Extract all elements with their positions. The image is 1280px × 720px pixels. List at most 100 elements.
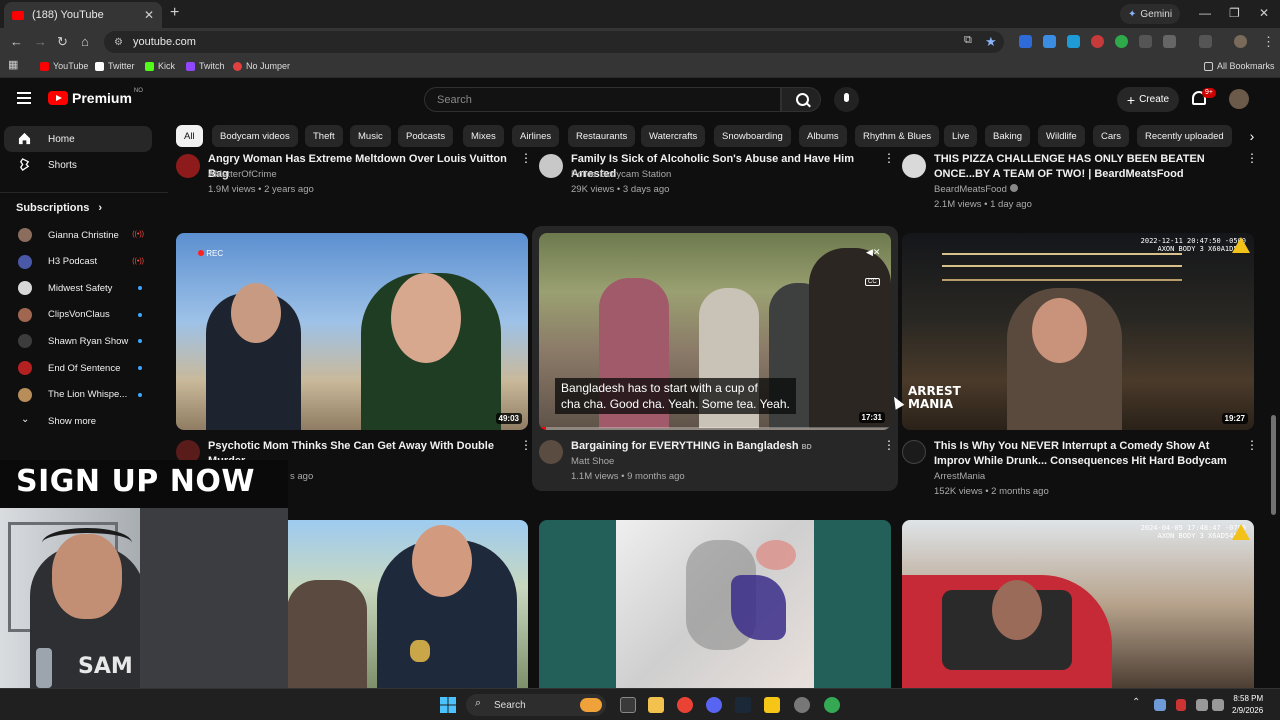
video-thumbnail[interactable] bbox=[287, 520, 528, 688]
address-bar[interactable]: ⚙ youtube.com bbox=[104, 31, 1004, 53]
channel-avatar[interactable] bbox=[902, 440, 926, 464]
chip-restaurants[interactable]: Restaurants bbox=[568, 125, 636, 147]
window-close-icon[interactable]: ✕ bbox=[1259, 6, 1269, 20]
more-actions-icon[interactable]: ⋮ bbox=[1246, 152, 1258, 168]
reload-icon[interactable]: ↻ bbox=[57, 34, 68, 50]
discord-icon[interactable] bbox=[706, 697, 722, 713]
channel-avatar[interactable] bbox=[176, 154, 200, 178]
bookmark-youtube[interactable]: YouTube bbox=[40, 61, 88, 71]
search-icon[interactable] bbox=[781, 87, 821, 112]
account-avatar[interactable] bbox=[1229, 89, 1249, 109]
extension-icon[interactable] bbox=[1067, 35, 1080, 48]
show-more-button[interactable]: ⌄ Show more bbox=[4, 408, 152, 434]
system-clock[interactable]: 8:58 PM 2/9/2026 bbox=[1232, 693, 1263, 717]
page-scrollbar[interactable] bbox=[1271, 415, 1276, 515]
extension-icon[interactable] bbox=[1019, 35, 1032, 48]
sidebar-subscription[interactable]: H3 Podcast ((•)) bbox=[4, 249, 152, 275]
tray-chevron-up-icon[interactable]: ⌃ bbox=[1132, 697, 1140, 708]
extension-icon[interactable] bbox=[1139, 35, 1152, 48]
chip-watercrafts[interactable]: Watercrafts bbox=[641, 125, 706, 147]
browser-tab[interactable]: (188) YouTube ✕ bbox=[4, 2, 162, 28]
video-title[interactable]: THIS PIZZA CHALLENGE HAS ONLY BEEN BEATE… bbox=[934, 152, 1239, 182]
youtube-premium-logo[interactable]: Premium NO bbox=[48, 88, 143, 106]
taskbar-search-input[interactable]: ⌕ Search bbox=[466, 694, 606, 716]
sidebar-item-home[interactable]: Home bbox=[4, 126, 152, 152]
more-actions-icon[interactable]: ⋮ bbox=[1246, 439, 1258, 455]
extension-icon[interactable] bbox=[1115, 35, 1128, 48]
bookmark-twitter[interactable]: Twitter bbox=[95, 61, 135, 71]
microphone-icon[interactable] bbox=[834, 87, 859, 112]
chip-live[interactable]: Live bbox=[944, 125, 978, 147]
channel-avatar[interactable] bbox=[539, 440, 563, 464]
chip-rhythm-blues[interactable]: Rhythm & Blues bbox=[855, 125, 940, 147]
more-actions-icon[interactable]: ⋮ bbox=[883, 152, 895, 168]
minimize-icon[interactable]: — bbox=[1199, 6, 1211, 20]
sidebar-subscription[interactable]: Gianna Christine ((•)) bbox=[4, 222, 152, 248]
channel-name[interactable]: AMatterOfCrime bbox=[208, 169, 277, 180]
chip-theft[interactable]: Theft bbox=[305, 125, 343, 147]
chip-baking[interactable]: Baking bbox=[985, 125, 1031, 147]
extension-icon[interactable] bbox=[1043, 35, 1056, 48]
tray-app-icon[interactable] bbox=[1154, 699, 1166, 711]
bookmark-twitch[interactable]: Twitch bbox=[186, 61, 225, 71]
profile-avatar[interactable] bbox=[1234, 35, 1247, 48]
chip-bodycam-videos[interactable]: Bodycam videos bbox=[212, 125, 298, 147]
all-bookmarks[interactable]: All Bookmarks bbox=[1204, 61, 1275, 71]
apps-grid-icon[interactable]: ▦ bbox=[8, 58, 18, 71]
video-preview[interactable]: ◀✕ CC Bangladesh has to start with a cup… bbox=[539, 233, 891, 430]
chip-recently-uploaded[interactable]: Recently uploaded bbox=[1137, 125, 1232, 147]
extensions-puzzle-icon[interactable] bbox=[1163, 35, 1176, 48]
more-actions-icon[interactable]: ⋮ bbox=[520, 439, 532, 455]
channel-name[interactable]: BeardMeatsFood bbox=[934, 184, 1018, 195]
chip-airlines[interactable]: Airlines bbox=[512, 125, 560, 147]
file-explorer-icon[interactable] bbox=[648, 697, 664, 713]
video-thumbnail[interactable] bbox=[539, 520, 891, 688]
windows-start-icon[interactable] bbox=[440, 697, 456, 713]
bookmark-star-icon[interactable]: ★ bbox=[985, 34, 997, 50]
chrome-icon[interactable] bbox=[677, 697, 693, 713]
search-input[interactable]: Search bbox=[424, 87, 781, 112]
chip-cars[interactable]: Cars bbox=[1093, 125, 1130, 147]
restore-icon[interactable]: ❐ bbox=[1229, 6, 1240, 20]
sidebar-subscription[interactable]: ClipsVonClaus bbox=[4, 302, 152, 328]
chip-all[interactable]: All bbox=[176, 125, 203, 147]
chip-snowboarding[interactable]: Snowboarding bbox=[714, 125, 791, 147]
chrome-profile-icon[interactable] bbox=[824, 697, 840, 713]
settings-icon[interactable] bbox=[794, 697, 810, 713]
preview-progress-bar[interactable] bbox=[539, 427, 891, 430]
new-tab-icon[interactable]: + bbox=[170, 4, 179, 22]
home-browser-icon[interactable]: ⌂ bbox=[81, 34, 89, 49]
site-info-icon[interactable]: ⚙ bbox=[114, 37, 123, 48]
menu-hamburger-icon[interactable] bbox=[17, 92, 31, 104]
bookmark-no-jumper[interactable]: No Jumper bbox=[233, 61, 290, 71]
gemini-button[interactable]: ✦ Gemini bbox=[1120, 4, 1181, 24]
forward-icon[interactable]: → bbox=[34, 34, 47, 49]
channel-name[interactable]: Police Bodycam Station bbox=[571, 169, 671, 180]
more-actions-icon[interactable]: ⋮ bbox=[883, 439, 895, 455]
chip-music[interactable]: Music bbox=[350, 125, 391, 147]
more-actions-icon[interactable]: ⋮ bbox=[520, 152, 532, 168]
extension-icon[interactable] bbox=[1091, 35, 1104, 48]
sidebar-subscription[interactable]: End Of Sentence bbox=[4, 355, 152, 381]
browser-menu-icon[interactable]: ⋮ bbox=[1262, 34, 1275, 50]
video-thumbnail[interactable]: 2022-12-11 20:47:50 -0500 AXON BODY 3 X6… bbox=[902, 233, 1254, 430]
mute-icon[interactable]: ◀✕ bbox=[866, 247, 880, 257]
channel-avatar[interactable] bbox=[902, 154, 926, 178]
channel-name[interactable]: ArrestMania bbox=[934, 471, 985, 482]
chip-mixes[interactable]: Mixes bbox=[463, 125, 504, 147]
video-thumbnail[interactable]: REC 49:03 bbox=[176, 233, 528, 430]
network-icon[interactable] bbox=[1196, 699, 1208, 711]
side-panel-icon[interactable] bbox=[1199, 35, 1212, 48]
sidebar-subscription[interactable]: Midwest Safety bbox=[4, 275, 152, 301]
sidebar-subscription[interactable]: The Lion Whispe... bbox=[4, 382, 152, 408]
microphone-tray-icon[interactable] bbox=[1176, 699, 1186, 711]
sidebar-subscription[interactable]: Shawn Ryan Show bbox=[4, 328, 152, 354]
app-icon[interactable] bbox=[764, 697, 780, 713]
video-thumbnail[interactable]: 2024-04-05 17:48:47 -0700 AXON BODY 3 X6… bbox=[902, 520, 1254, 688]
install-app-icon[interactable]: ⧉ bbox=[964, 34, 972, 47]
video-title[interactable]: This Is Why You NEVER Interrupt a Comedy… bbox=[934, 439, 1239, 469]
create-button[interactable]: + Create bbox=[1117, 87, 1179, 112]
video-title[interactable]: Bargaining for EVERYTHING in Bangladesh … bbox=[571, 439, 876, 455]
chips-next-arrow-icon[interactable]: › bbox=[1240, 124, 1264, 148]
closed-captions-icon[interactable]: CC bbox=[865, 278, 880, 286]
